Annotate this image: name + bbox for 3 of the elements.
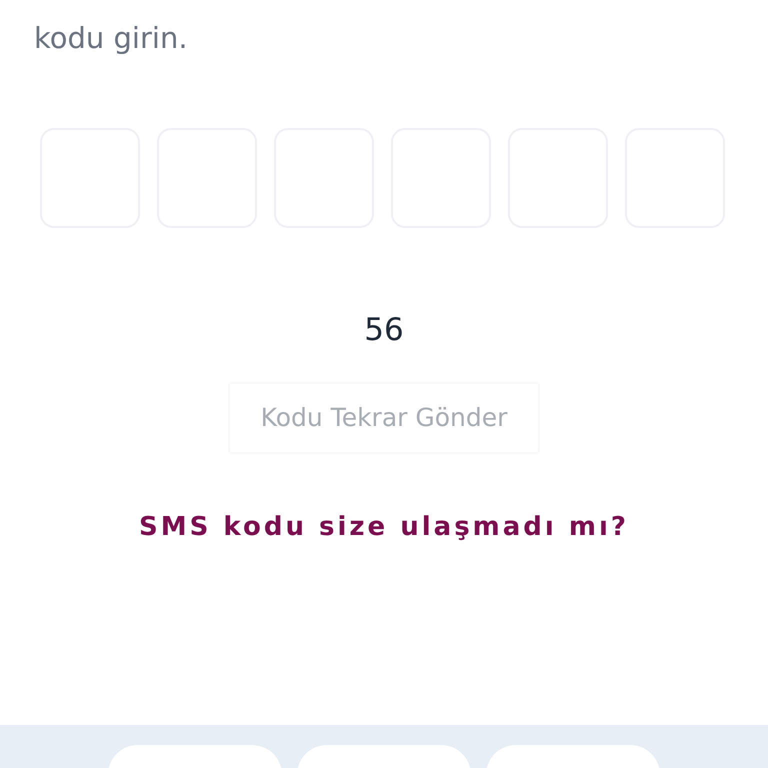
countdown-timer: 56 xyxy=(364,311,404,350)
instruction-text: kodu girin. xyxy=(34,20,189,57)
sms-help-link[interactable]: SMS kodu size ulaşmadı mı? xyxy=(139,508,629,547)
